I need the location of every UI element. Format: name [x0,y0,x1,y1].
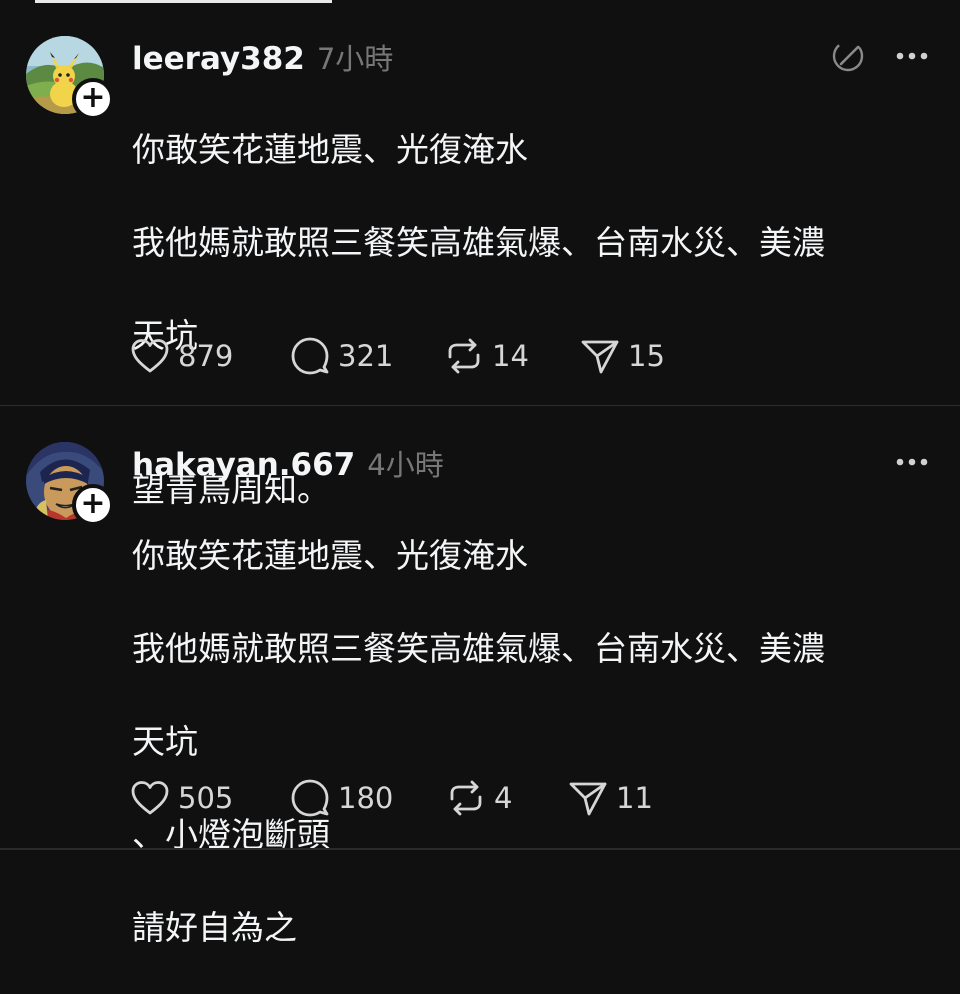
share-button[interactable]: 15 [580,334,700,378]
like-button[interactable]: 505 [130,776,290,820]
post-text-line: 你敢笑花蓮地震、光復淹水 [132,130,528,169]
thread-post[interactable]: + leeray382 7小時 你敢笑花蓮地震、光復淹水 我他媽就敢照三餐笑高雄… [0,0,960,509]
follow-button[interactable]: + [72,78,114,120]
heart-icon [131,781,169,815]
like-count: 879 [178,339,234,373]
repost-button[interactable]: 4 [446,776,568,820]
reply-count: 321 [338,339,394,373]
username[interactable]: leeray382 [132,41,305,77]
reply-button[interactable]: 180 [290,776,446,820]
share-button[interactable]: 11 [568,776,678,820]
post-header: hakayan.667 4小時 [132,442,444,484]
avatar-container[interactable]: + [26,36,114,120]
repost-count: 4 [494,781,513,815]
repost-icon [448,338,480,374]
post-text-line: 請好自為之 [132,908,297,947]
heart-icon [131,339,169,373]
repost-icon [450,780,482,816]
comment-bubble-icon [291,337,329,375]
edit-icon[interactable] [828,36,868,76]
send-icon [581,340,619,374]
post-text-line: 天坑 [132,722,198,761]
like-button[interactable]: 879 [130,334,290,378]
like-count: 505 [178,781,234,815]
comment-bubble-icon [291,779,329,817]
plus-icon: + [80,79,106,115]
share-count: 11 [616,781,653,815]
post-actions: 879 321 14 15 [130,334,700,378]
username[interactable]: hakayan.667 [132,447,355,483]
send-icon [569,782,607,816]
post-top-actions [828,36,932,76]
plus-icon: + [80,485,106,521]
timestamp: 4小時 [367,448,444,482]
post-header: leeray382 7小時 [132,36,393,78]
post-actions: 505 180 4 11 [130,776,678,820]
timestamp: 7小時 [316,42,394,76]
post-text-line: 你敢笑花蓮地震、光復淹水 [132,536,528,575]
avatar-container[interactable]: + [26,442,114,526]
post-top-actions [892,442,932,482]
repost-button[interactable]: 14 [444,334,580,378]
reply-count: 180 [338,781,394,815]
thread-post[interactable]: + hakayan.667 4小時 你敢笑花蓮地震、光復淹水 我他媽就敢照三餐笑… [0,406,960,947]
post-text-line: 我他媽就敢照三餐笑高雄氣爆、台南水災、美濃 [132,629,825,668]
more-options-icon[interactable] [892,442,932,482]
repost-count: 14 [492,339,529,373]
post-text-line: 我他媽就敢照三餐笑高雄氣爆、台南水災、美濃 [132,223,825,262]
follow-button[interactable]: + [72,484,114,526]
share-count: 15 [628,339,665,373]
reply-button[interactable]: 321 [290,334,444,378]
post-body: 你敢笑花蓮地震、光復淹水 我他媽就敢照三餐笑高雄氣爆、台南水災、美濃 天坑 、小… [132,490,932,994]
more-options-icon[interactable] [892,36,932,76]
